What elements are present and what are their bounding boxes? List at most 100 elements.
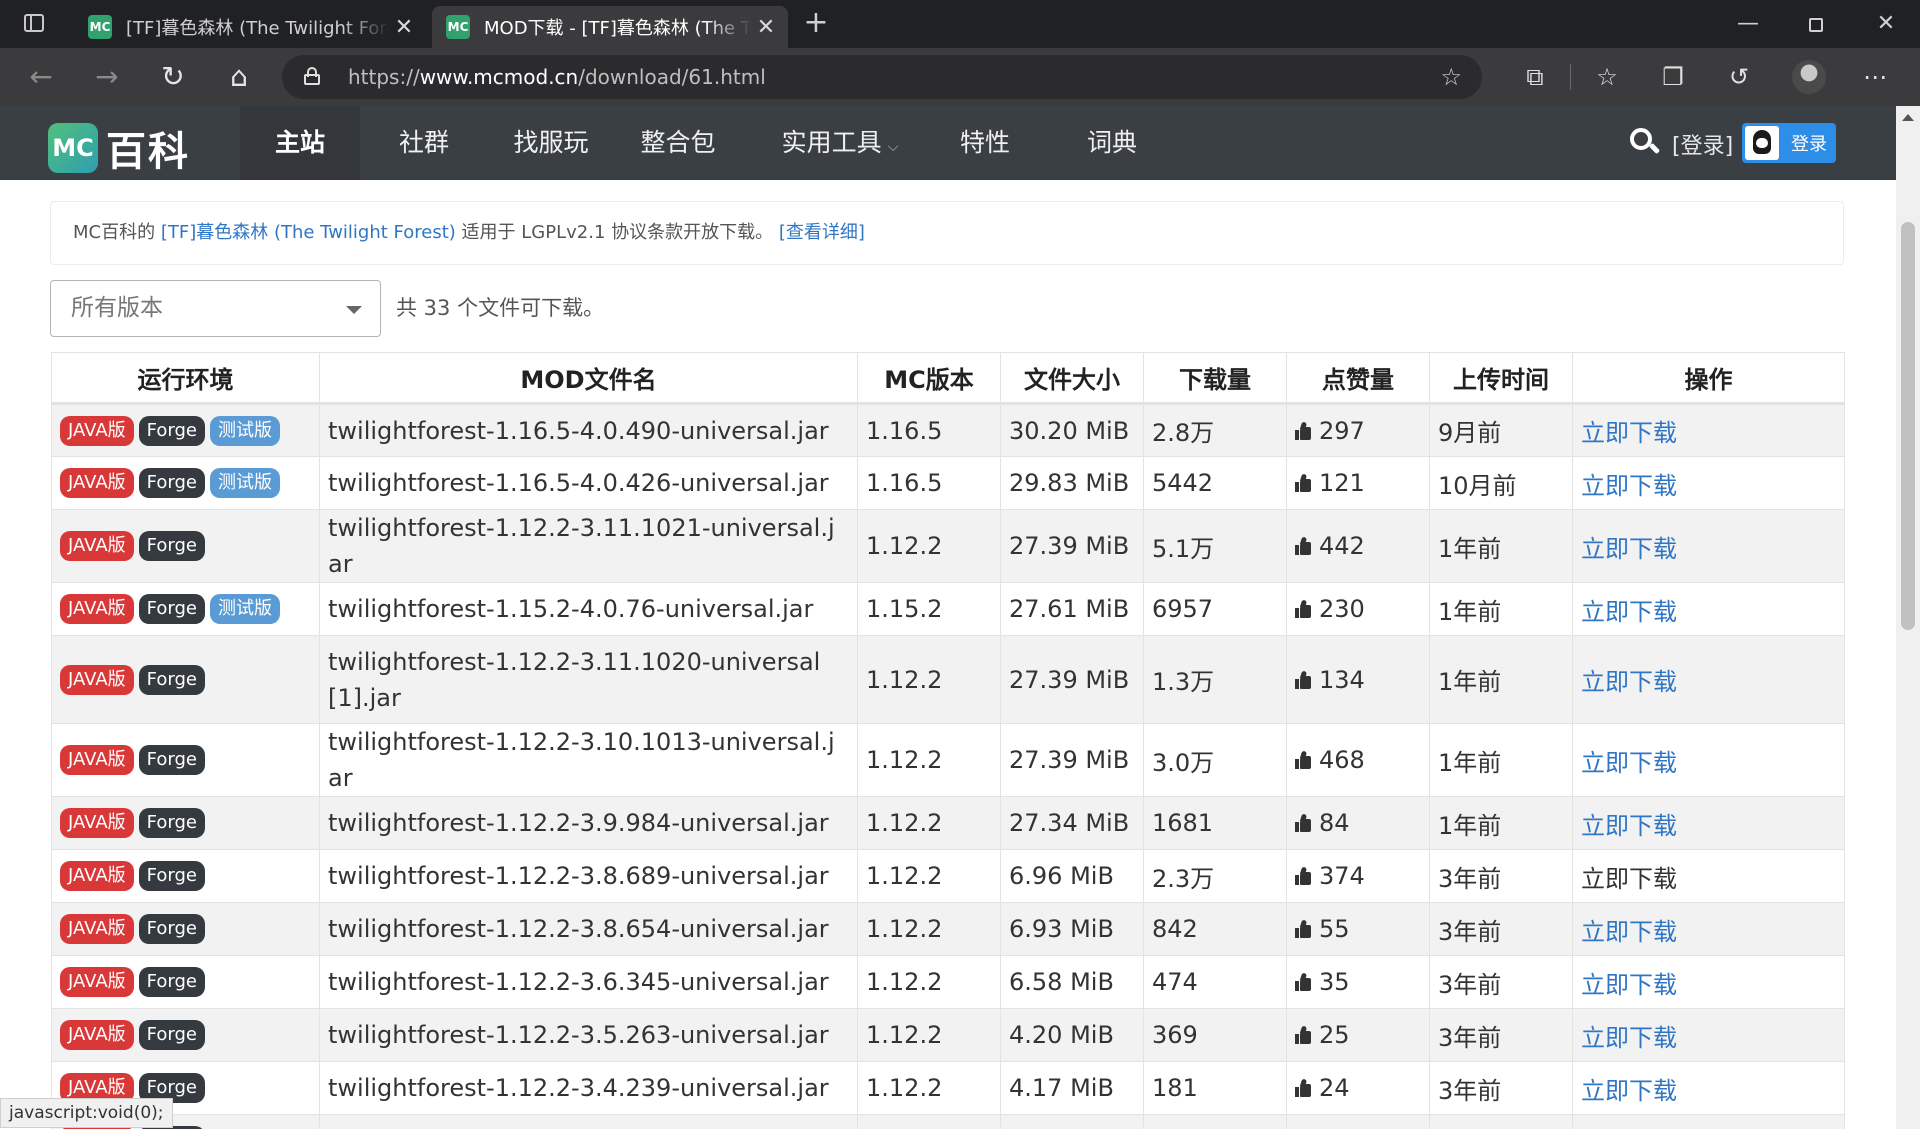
nav-dictionary[interactable]: 词典 (1070, 106, 1154, 180)
license-notice: MC百科的 [TF]暮色森林 (The Twilight Forest) 适用于… (50, 201, 1844, 265)
nav-features[interactable]: 特性 (944, 106, 1026, 180)
tab-actions-icon[interactable] (20, 12, 48, 36)
java-badge: JAVA版 (60, 531, 134, 561)
file-size-cell: 4.20 MiB (1000, 1008, 1144, 1062)
header-file-size[interactable]: 文件大小 (1000, 352, 1144, 405)
header-downloads[interactable]: 下载量 (1143, 352, 1287, 405)
minimize-icon[interactable]: — (1734, 10, 1762, 38)
download-link[interactable]: 立即下载 (1581, 472, 1677, 500)
qq-login-button[interactable]: 登录 (1742, 123, 1836, 163)
download-link[interactable]: 立即下载 (1581, 918, 1677, 946)
address-bar[interactable]: https://www.mcmod.cn/download/61.html ☆ (282, 55, 1482, 99)
toolbar-divider (1570, 64, 1571, 90)
download-link[interactable]: 立即下载 (1581, 1077, 1677, 1105)
forge-badge: Forge (138, 808, 205, 838)
download-link[interactable]: 立即下载 (1581, 865, 1677, 893)
header-environment[interactable]: 运行环境 (51, 352, 320, 405)
downloads-cell: 6957 (1143, 582, 1287, 636)
favorites-icon[interactable]: ☆ (1592, 62, 1622, 92)
chevron-down-icon: ⌵ (887, 139, 899, 155)
nav-find-server[interactable]: 找服玩 (496, 106, 606, 180)
likes-value: 84 (1319, 809, 1350, 837)
browser-toolbar: ← → ↻ ⌂ https://www.mcmod.cn/download/61… (0, 48, 1920, 106)
logo-mark: MC (48, 123, 98, 173)
extensions-icon[interactable]: ⧉ (1520, 62, 1550, 92)
upload-time-cell: 1年前 (1429, 635, 1573, 724)
version-select-value: 所有版本 (71, 295, 163, 321)
downloads-cell: 474 (1143, 955, 1287, 1009)
more-icon[interactable]: ⋯ (1860, 62, 1890, 92)
close-tab-icon[interactable]: ✕ (752, 15, 780, 40)
nav-main[interactable]: 主站 (240, 106, 360, 180)
browser-tab[interactable]: MC [TF]暮色森林 (The Twilight Forest) ✕ (74, 6, 426, 48)
status-bar: javascript:void(0); (0, 1098, 173, 1128)
collections-icon[interactable]: ❐ (1658, 62, 1688, 92)
upload-time-cell: 1年前 (1429, 723, 1573, 797)
likes-cell: 26 (1286, 1114, 1430, 1129)
history-icon[interactable]: ↺ (1724, 62, 1754, 92)
action-cell: 立即下载 (1572, 723, 1845, 797)
browser-tab-active[interactable]: MC MOD下载 - [TF]暮色森林 (The Twilight Forest… (432, 6, 788, 48)
downloads-cell: 2.3万 (1143, 849, 1287, 903)
mod-link[interactable]: [TF]暮色森林 (The Twilight Forest) (161, 222, 456, 243)
download-link[interactable]: 立即下载 (1581, 598, 1677, 626)
download-link[interactable]: 立即下载 (1581, 749, 1677, 777)
download-link[interactable]: 立即下载 (1581, 535, 1677, 563)
likes-cell: 230 (1286, 582, 1430, 636)
action-cell: 立即下载 (1572, 509, 1845, 583)
header-upload-time[interactable]: 上传时间 (1429, 352, 1573, 405)
header-mc-version[interactable]: MC版本 (857, 352, 1001, 405)
forge-badge: Forge (138, 1020, 205, 1050)
nav-modpacks[interactable]: 整合包 (626, 106, 730, 180)
thumbs-up-icon (1295, 420, 1311, 440)
new-tab-icon[interactable]: + (800, 8, 832, 40)
home-icon[interactable]: ⌂ (222, 60, 256, 94)
login-link[interactable]: [登录] (1672, 128, 1733, 160)
mc-version-cell: 1.12.2 (857, 635, 1001, 724)
download-link[interactable]: 立即下载 (1581, 668, 1677, 696)
downloads-cell: 1681 (1143, 796, 1287, 850)
mc-version-cell: 1.12.2 (857, 723, 1001, 797)
filename-cell: twilightforest-1.12.2-3.6.345-universal.… (319, 955, 858, 1009)
likes-value: 230 (1319, 595, 1365, 623)
java-badge: JAVA版 (60, 468, 134, 498)
scroll-up-arrow-icon[interactable] (1902, 114, 1914, 121)
filename-cell: twilightforest-1.12.2-3.4.239-universal.… (319, 1061, 858, 1115)
details-link[interactable]: [查看详细] (779, 222, 865, 243)
close-tab-icon[interactable]: ✕ (390, 15, 418, 40)
header-filename[interactable]: MOD文件名 (319, 352, 858, 405)
add-favorite-icon[interactable]: ☆ (1440, 63, 1462, 91)
scrollbar-thumb[interactable] (1901, 222, 1915, 630)
reload-icon[interactable]: ↻ (156, 60, 190, 94)
page-scrollbar[interactable] (1896, 106, 1920, 1129)
back-arrow-icon[interactable]: ← (24, 60, 58, 94)
file-size-cell: 6.96 MiB (1000, 849, 1144, 903)
maximize-icon[interactable] (1802, 10, 1830, 38)
download-link[interactable]: 立即下载 (1581, 812, 1677, 840)
mc-version-cell: 1.12.2 (857, 1008, 1001, 1062)
lock-icon[interactable] (304, 67, 320, 85)
table-row: JAVA版 Forge 测试版 twilightforest-1.15.2-4.0.7… (51, 582, 1845, 636)
profile-avatar[interactable] (1792, 60, 1826, 94)
environment-cell: JAVA版Forge (51, 723, 320, 797)
version-select[interactable]: 所有版本 (50, 280, 381, 337)
nav-tools[interactable]: 实用工具 ⌵ (770, 106, 910, 180)
forward-arrow-icon[interactable]: → (90, 60, 124, 94)
likes-value: 442 (1319, 532, 1365, 560)
download-link[interactable]: 立即下载 (1581, 1024, 1677, 1052)
url-text[interactable]: https://www.mcmod.cn/download/61.html (348, 65, 766, 89)
window-close-icon[interactable]: ✕ (1872, 10, 1900, 38)
notice-middle: 适用于 LGPLv2.1 协议条款开放下载。 (461, 222, 774, 243)
download-link[interactable]: 立即下载 (1581, 419, 1677, 447)
environment-cell: JAVA版 Forge 测试版 (51, 582, 320, 636)
search-icon[interactable] (1630, 128, 1661, 158)
site-header: MC 百科 主站 社群 找服玩 整合包 实用工具 ⌵ 特性 词典 [登录] 登录 (0, 106, 1896, 180)
java-badge: JAVA版 (60, 914, 134, 944)
mc-version-cell: 1.16.5 (857, 403, 1001, 457)
file-size-cell: 4.14 MiB (1000, 1114, 1144, 1129)
site-logo[interactable]: MC 百科 (48, 119, 190, 177)
nav-community[interactable]: 社群 (376, 106, 472, 180)
header-likes[interactable]: 点赞量 (1286, 352, 1430, 405)
download-link[interactable]: 立即下载 (1581, 971, 1677, 999)
downloads-cell: 1.3万 (1143, 635, 1287, 724)
